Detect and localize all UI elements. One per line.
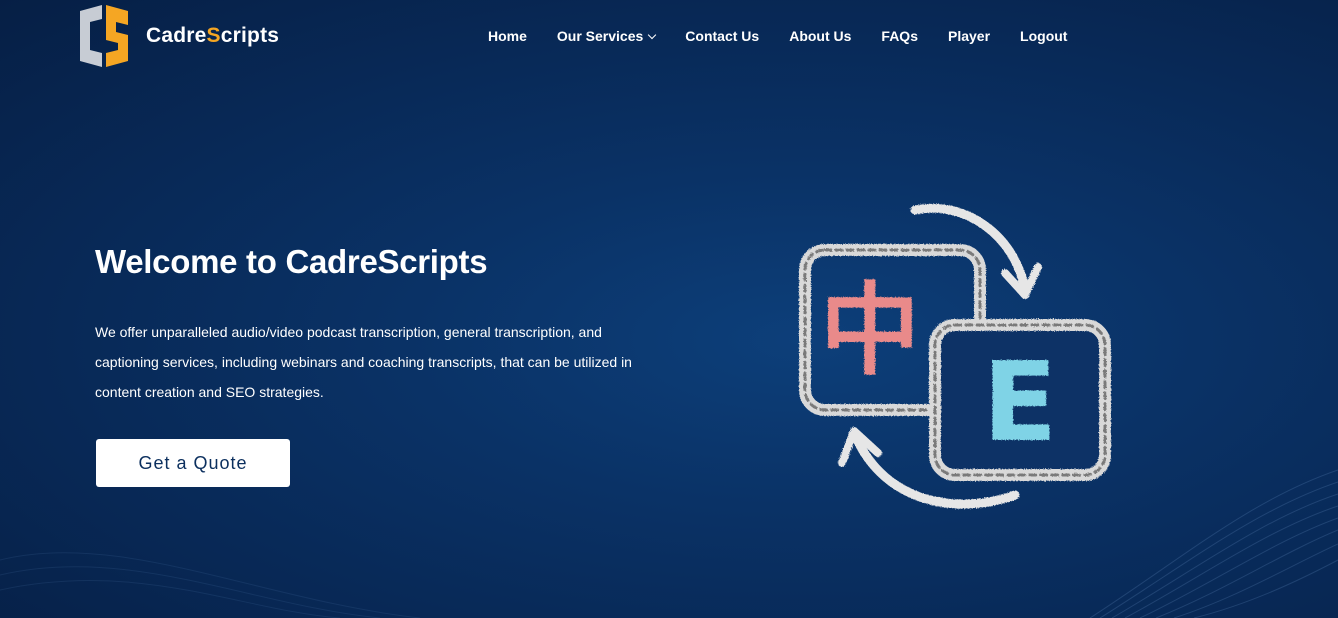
get-a-quote-button[interactable]: Get a Quote xyxy=(96,439,290,487)
main-nav: Home Our Services Contact Us About Us FA… xyxy=(488,26,1067,46)
brand-logo[interactable]: CadreScripts xyxy=(80,5,279,67)
nav-faqs[interactable]: FAQs xyxy=(881,28,918,44)
target-glyph: E xyxy=(982,338,1057,466)
nav-our-services[interactable]: Our Services xyxy=(557,28,657,44)
cs-logo-icon xyxy=(80,5,128,67)
chevron-down-icon xyxy=(648,30,657,39)
brand-name: CadreScripts xyxy=(146,24,280,47)
nav-home[interactable]: Home xyxy=(488,28,527,44)
background-waves xyxy=(0,469,1338,618)
nav-logout[interactable]: Logout xyxy=(1020,28,1067,44)
hero-title: Welcome to CadreScripts xyxy=(95,243,488,280)
source-glyph: 中 xyxy=(820,272,920,389)
hero-description: We offer unparalleled audio/video podcas… xyxy=(95,324,632,400)
nav-about-us[interactable]: About Us xyxy=(789,28,851,44)
nav-contact-us[interactable]: Contact Us xyxy=(685,28,759,44)
nav-player[interactable]: Player xyxy=(948,28,990,44)
translation-illustration: 中 E xyxy=(799,203,1111,509)
